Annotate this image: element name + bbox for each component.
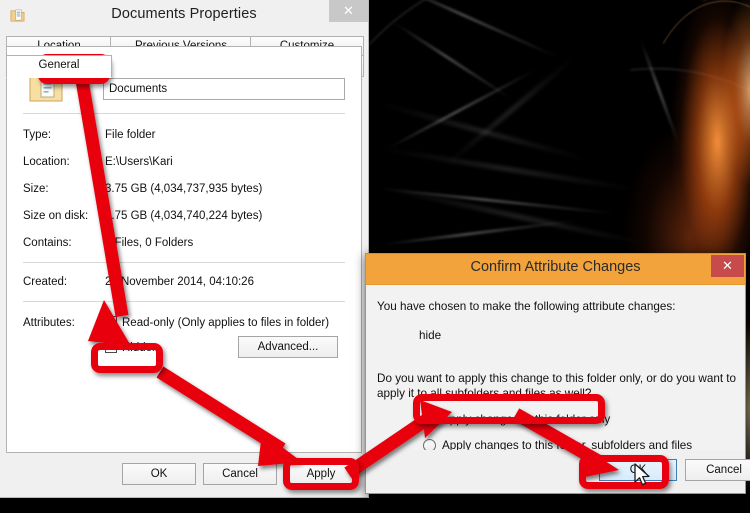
cancel-button[interactable]: Cancel — [203, 463, 277, 485]
confirm-attribute-changes-window: Confirm Attribute Changes ✕ You have cho… — [365, 253, 750, 494]
confirm-change-text: hide — [419, 329, 442, 342]
check-mark-icon: ✔ — [107, 341, 117, 353]
radio-this-folder-only[interactable] — [423, 413, 436, 426]
confirm-cancel-button[interactable]: Cancel — [685, 459, 750, 481]
hidden-checkbox-label[interactable]: Hidden — [122, 342, 158, 354]
confirm-body: You have chosen to make the following at… — [367, 285, 744, 452]
apply-button[interactable]: Apply — [284, 463, 358, 485]
detail-value-size-on-disk: 3.75 GB (4,034,740,224 bytes) — [105, 210, 263, 222]
close-icon[interactable]: ✕ — [329, 0, 368, 22]
detail-label-contains: Contains: — [23, 237, 72, 249]
folder-name-input[interactable]: Documents — [103, 78, 345, 100]
divider — [23, 113, 345, 114]
confirm-title: Confirm Attribute Changes — [470, 259, 641, 275]
screen: Documents Properties ✕ Location Previous… — [0, 0, 750, 513]
tab-general[interactable]: General — [6, 55, 112, 78]
detail-label-size: Size: — [23, 183, 49, 195]
confirm-question-line1: Do you want to apply this change to this… — [377, 372, 737, 385]
advanced-button[interactable]: Advanced... — [238, 336, 338, 358]
close-icon[interactable]: ✕ — [711, 255, 744, 277]
properties-title: Documents Properties — [111, 6, 257, 22]
detail-value-contains: 5 Files, 0 Folders — [105, 237, 194, 249]
mouse-pointer-icon — [634, 463, 650, 486]
radio-this-folder-only-label[interactable]: Apply changes to this folder only — [442, 413, 610, 426]
detail-label-location: Location: — [23, 156, 70, 168]
ok-button[interactable]: OK — [122, 463, 196, 485]
detail-label-size-on-disk: Size on disk: — [23, 210, 89, 222]
confirm-question-line2: apply it to all subfolders and files as … — [377, 387, 592, 400]
indeterminate-mark-icon — [108, 319, 114, 325]
attributes-label: Attributes: — [23, 317, 75, 329]
confirm-titlebar[interactable]: Confirm Attribute Changes ✕ — [366, 254, 745, 285]
detail-value-type: File folder — [105, 129, 156, 141]
detail-value-created: 21 November 2014, 04:10:26 — [105, 276, 254, 288]
divider — [23, 262, 345, 263]
detail-value-location: E:\Users\Kari — [105, 156, 173, 168]
hidden-checkbox[interactable]: ✔ — [105, 341, 117, 353]
confirm-intro-text: You have chosen to make the following at… — [377, 300, 676, 313]
radio-selected-dot-icon — [426, 416, 433, 423]
divider — [23, 301, 345, 302]
general-tab-page: Documents Type: File folder Location: E:… — [6, 46, 362, 453]
detail-label-created: Created: — [23, 276, 68, 288]
properties-titlebar[interactable]: Documents Properties ✕ — [0, 0, 368, 31]
readonly-checkbox-label[interactable]: Read-only (Only applies to files in fold… — [122, 317, 329, 329]
detail-value-size: 3.75 GB (4,034,737,935 bytes) — [105, 183, 263, 195]
detail-label-type: Type: — [23, 129, 52, 141]
readonly-checkbox[interactable] — [105, 316, 117, 328]
documents-properties-window: Documents Properties ✕ Location Previous… — [0, 0, 369, 498]
confirm-button-bar: OK Cancel — [367, 450, 750, 492]
